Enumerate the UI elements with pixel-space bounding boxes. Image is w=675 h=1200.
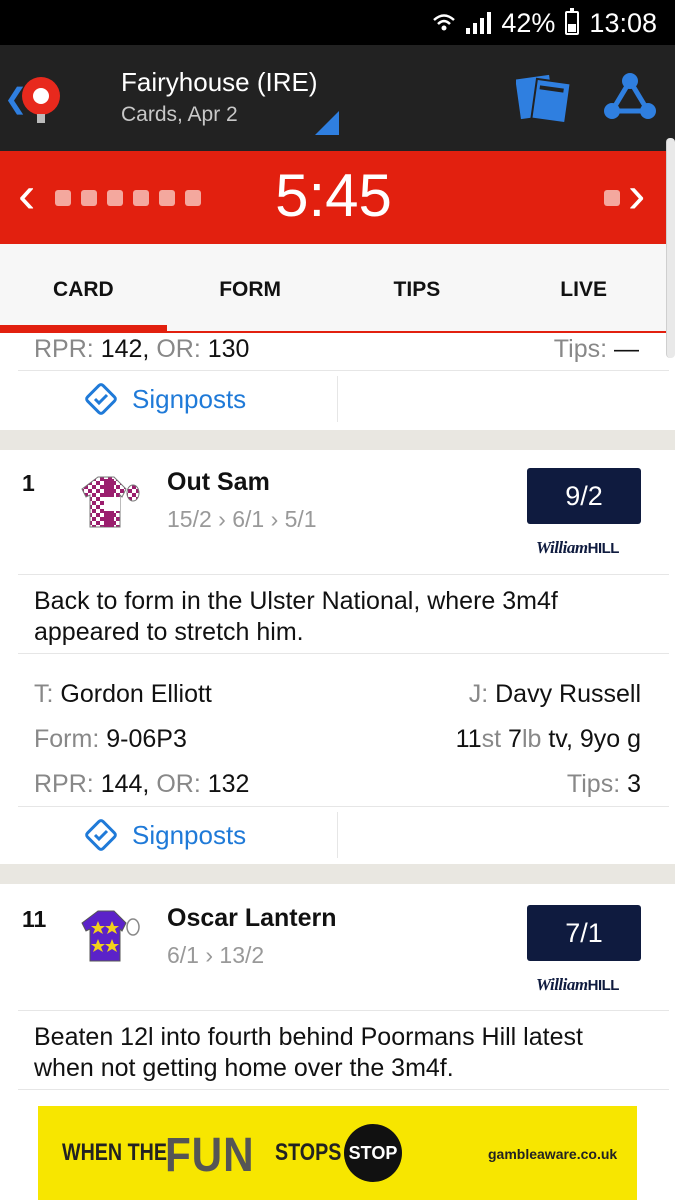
status-bar: 42% 13:08 [0, 0, 675, 45]
vertical-separator [337, 376, 338, 422]
stop-sign-icon: STOP [344, 1124, 402, 1182]
venue-title[interactable]: Fairyhouse (IRE) [121, 67, 318, 98]
next-race-icon[interactable]: › [628, 169, 645, 221]
app-header: ❮ Fairyhouse (IRE) Cards, Apr 2 [0, 45, 675, 151]
vertical-separator [337, 812, 338, 858]
tab-bar: CARD FORM TIPS LIVE [0, 244, 667, 333]
rpr-or: RPR: 144, OR: 132 [34, 770, 250, 798]
signpost-diamond-icon [85, 819, 117, 851]
odds-history: 15/2 › 6/1 › 5/1 [167, 506, 317, 532]
odds-button[interactable]: 7/1 [527, 905, 641, 961]
app-logo-stem [37, 114, 45, 123]
divider [18, 370, 669, 371]
signposts-button[interactable]: Signposts [84, 382, 246, 416]
scrollbar[interactable] [666, 138, 675, 358]
runner-comment: Back to form in the Ulster National, whe… [34, 587, 558, 646]
venue-subtitle[interactable]: Cards, Apr 2 [121, 103, 238, 127]
jockey: J: Davy Russell [468, 680, 641, 708]
jockey-silk-icon [81, 910, 140, 962]
clock: 13:08 [589, 7, 657, 38]
trainer: T: Gordon Elliott [34, 680, 212, 708]
divider [18, 806, 669, 807]
tab-live[interactable]: LIVE [500, 244, 667, 331]
ad-text-fun: FUN [165, 1129, 255, 1182]
runner-number: 11 [22, 906, 47, 932]
wifi-icon [433, 14, 456, 31]
divider [18, 653, 669, 654]
odds-history: 6/1 › 13/2 [167, 942, 265, 968]
ad-text-stops: STOPS [275, 1139, 342, 1166]
bookmaker-logo: WilliamHILL [536, 538, 619, 557]
tab-card[interactable]: CARD [0, 244, 167, 333]
signposts-button[interactable]: Signposts [84, 818, 246, 852]
section-gap [0, 430, 675, 450]
signal-icon [466, 12, 492, 34]
odds-button[interactable]: 9/2 [527, 468, 641, 524]
divider [18, 1089, 669, 1090]
tab-form[interactable]: FORM [167, 244, 334, 331]
race-navigation-bar: ‹ 5:45 › [0, 151, 667, 244]
prev-tips: Tips: — [553, 335, 639, 363]
weight-age: 11st 7lb tv, 9yo g [455, 725, 641, 753]
share-icon[interactable] [602, 71, 658, 123]
ad-site: gambleaware.co.uk [488, 1146, 618, 1162]
form: Form: 9-06P3 [34, 725, 187, 753]
prev-rpr-or: RPR: 142, OR: 130 [34, 335, 250, 363]
battery-percent: 42% [501, 7, 556, 38]
ad-text-when: WHEN THE [62, 1139, 167, 1166]
runner-number: 1 [22, 470, 35, 496]
tips: Tips: 3 [566, 770, 641, 798]
app-logo[interactable] [22, 77, 60, 115]
section-gap [0, 864, 675, 884]
divider [18, 574, 669, 575]
race-time: 5:45 [275, 162, 392, 229]
jockey-silk-icon [81, 476, 140, 528]
horse-name[interactable]: Out Sam [167, 468, 270, 497]
signpost-diamond-icon [85, 383, 117, 415]
race-dots-after [604, 190, 620, 206]
divider [18, 1010, 669, 1011]
battery-icon [565, 8, 580, 35]
racecard-icon[interactable] [516, 73, 572, 123]
race-dot[interactable] [604, 190, 620, 206]
gambleaware-ad-banner[interactable]: WHEN THE FUN STOPS STOP gambleaware.co.u… [38, 1106, 637, 1200]
horse-name[interactable]: Oscar Lantern [167, 904, 337, 933]
tab-tips[interactable]: TIPS [334, 244, 501, 331]
bookmaker-logo: WilliamHILL [536, 975, 619, 994]
dropdown-triangle-icon[interactable] [315, 111, 339, 135]
runner-comment: Beaten 12l into fourth behind Poormans H… [34, 1023, 583, 1082]
